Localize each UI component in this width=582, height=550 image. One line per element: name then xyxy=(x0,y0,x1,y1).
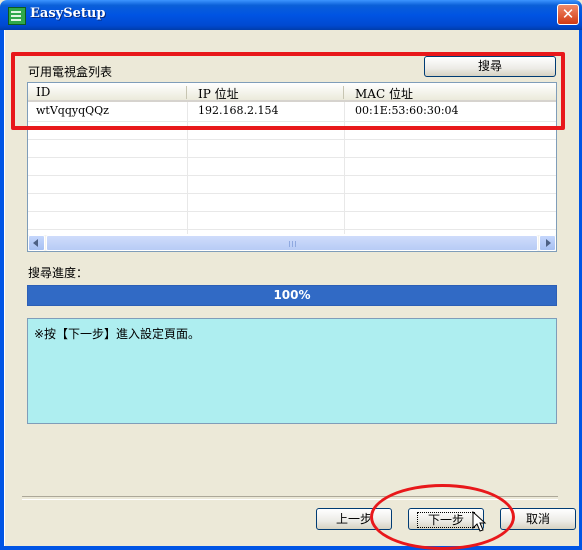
close-icon[interactable]: ✕ xyxy=(557,4,579,25)
scroll-right-icon[interactable] xyxy=(539,235,556,251)
progress-label: 搜尋進度： xyxy=(28,266,89,280)
grid-line xyxy=(28,175,556,176)
highlight-rectangle xyxy=(11,52,565,130)
mouse-cursor-icon xyxy=(472,511,487,532)
grid-line xyxy=(28,193,556,194)
message-text: ※按【下一步】進入設定頁面。 xyxy=(34,327,201,341)
search-progress-bar: 100% xyxy=(27,285,557,306)
progress-text: 100% xyxy=(273,288,311,302)
app-icon xyxy=(8,7,26,25)
scrollbar-thumb[interactable] xyxy=(46,235,538,251)
highlight-oval xyxy=(370,484,515,550)
window-frame-bottom xyxy=(0,546,582,550)
message-box: ※按【下一步】進入設定頁面。 xyxy=(27,318,557,424)
grid-line xyxy=(28,157,556,158)
grid-line xyxy=(28,211,556,212)
scrollbar-grip xyxy=(295,241,296,247)
grid-line xyxy=(28,229,556,230)
scroll-left-icon[interactable] xyxy=(28,235,45,251)
scrollbar-grip xyxy=(289,241,290,247)
grid-line xyxy=(28,139,556,140)
horizontal-scrollbar[interactable] xyxy=(28,235,556,251)
window-title: EasySetup xyxy=(30,6,106,21)
easysetup-window: EasySetup ✕ 可用電視盒列表 搜尋 ID IP 位址 MAC 位址 w… xyxy=(0,0,582,550)
scrollbar-grip xyxy=(292,241,293,247)
title-bar[interactable]: EasySetup ✕ xyxy=(0,0,582,30)
